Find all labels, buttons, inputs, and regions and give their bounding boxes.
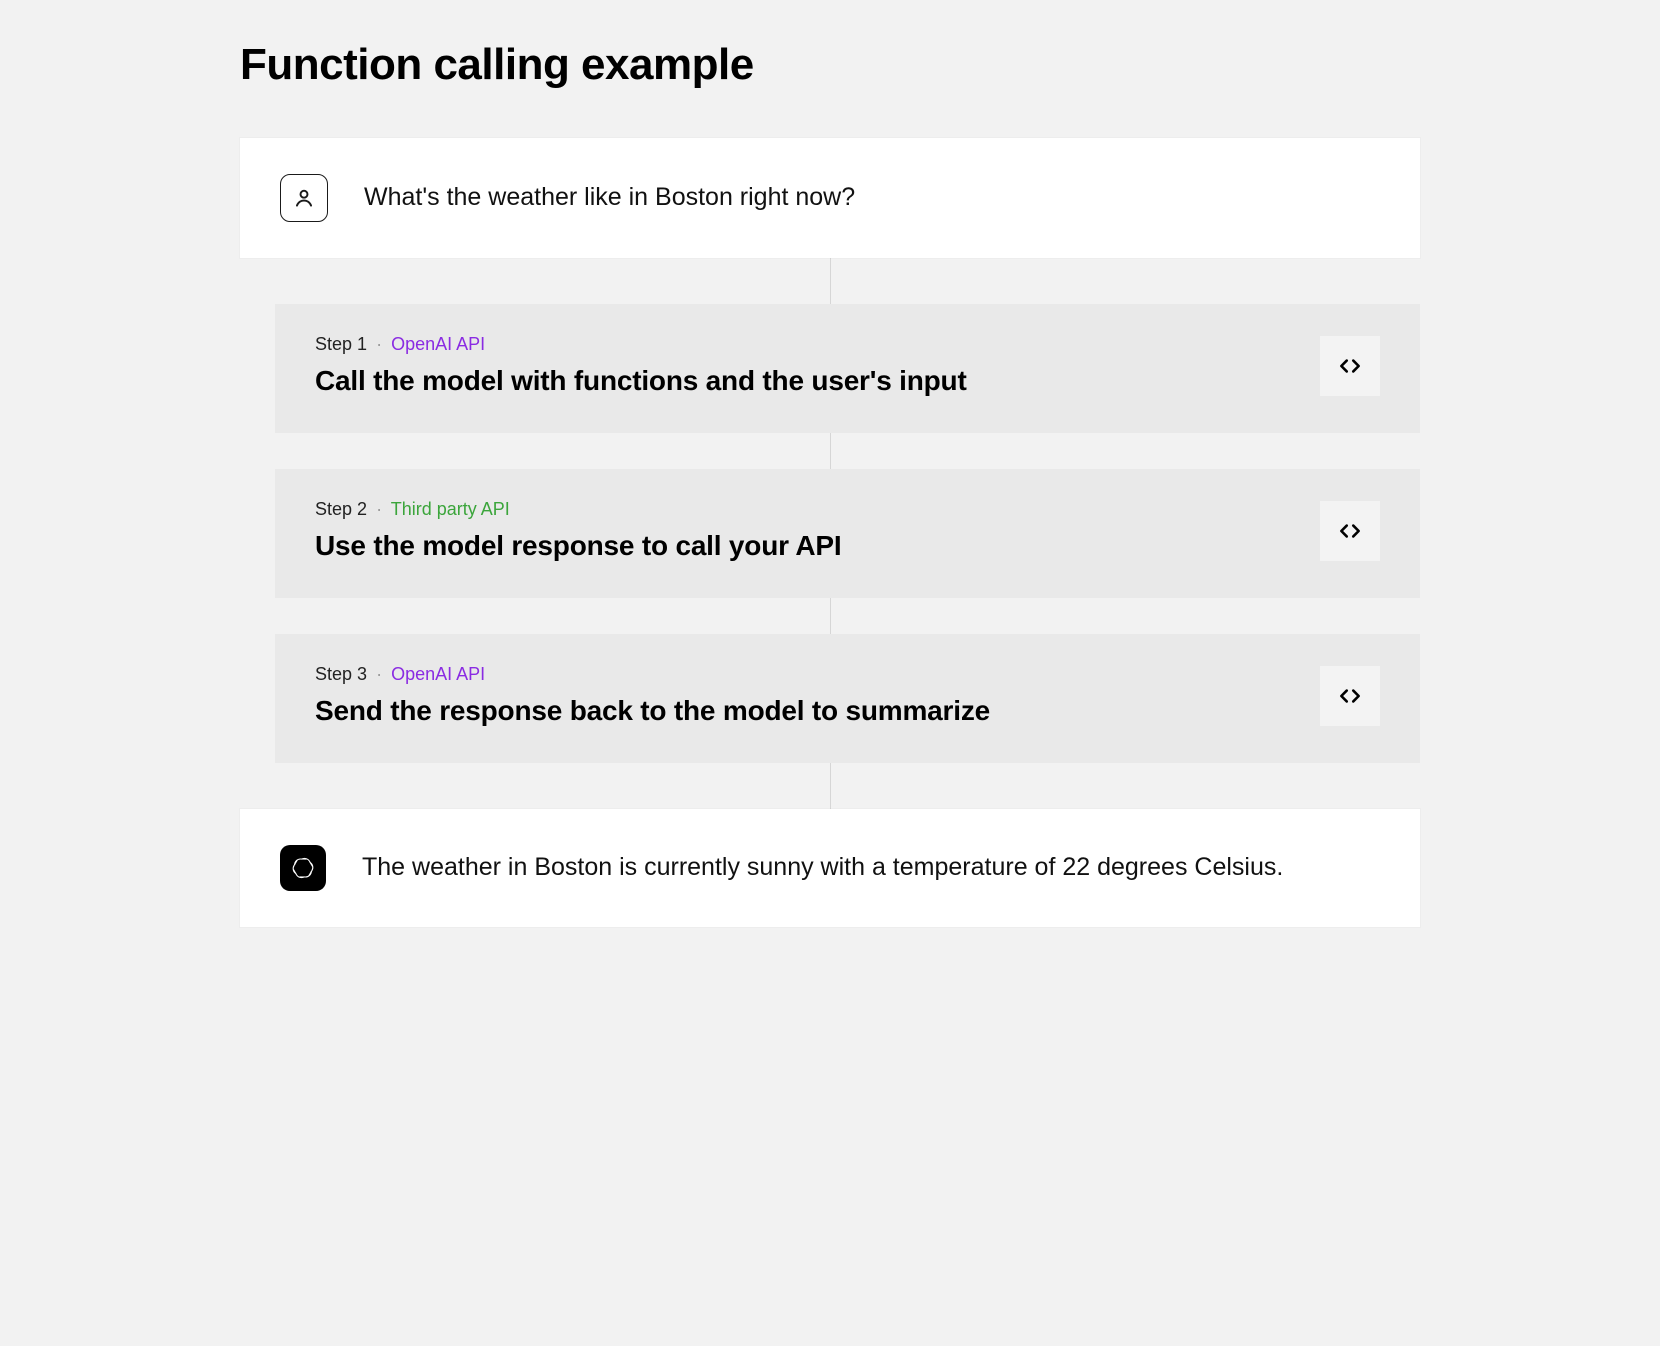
code-toggle-button[interactable] — [1320, 666, 1380, 726]
ai-message-text: The weather in Boston is currently sunny… — [362, 851, 1283, 885]
step-1-title: Call the model with functions and the us… — [315, 365, 967, 397]
code-toggle-button[interactable] — [1320, 501, 1380, 561]
step-3-tag: OpenAI API — [391, 664, 485, 684]
code-icon — [1337, 683, 1363, 709]
step-1-header: Step 1 · OpenAI API — [315, 334, 967, 355]
code-toggle-button[interactable] — [1320, 336, 1380, 396]
code-icon — [1337, 353, 1363, 379]
step-card-2: Step 2 · Third party API Use the model r… — [275, 469, 1420, 598]
step-2-label: Step 2 — [315, 499, 367, 519]
step-2-tag: Third party API — [391, 499, 510, 519]
assistant-icon — [280, 845, 326, 891]
user-message-card: What's the weather like in Boston right … — [240, 138, 1420, 258]
step-1-tag: OpenAI API — [391, 334, 485, 354]
code-icon — [1337, 518, 1363, 544]
step-1-label: Step 1 — [315, 334, 367, 354]
step-card-3: Step 3 · OpenAI API Send the response ba… — [275, 634, 1420, 763]
step-3-header: Step 3 · OpenAI API — [315, 664, 990, 685]
step-2-header: Step 2 · Third party API — [315, 499, 841, 520]
ai-message-card: The weather in Boston is currently sunny… — [240, 809, 1420, 927]
step-3-label: Step 3 — [315, 664, 367, 684]
user-message-text: What's the weather like in Boston right … — [364, 181, 855, 215]
step-2-title: Use the model response to call your API — [315, 530, 841, 562]
user-icon — [280, 174, 328, 222]
step-3-title: Send the response back to the model to s… — [315, 695, 990, 727]
step-card-1: Step 1 · OpenAI API Call the model with … — [275, 304, 1420, 433]
page-title: Function calling example — [240, 40, 1420, 90]
